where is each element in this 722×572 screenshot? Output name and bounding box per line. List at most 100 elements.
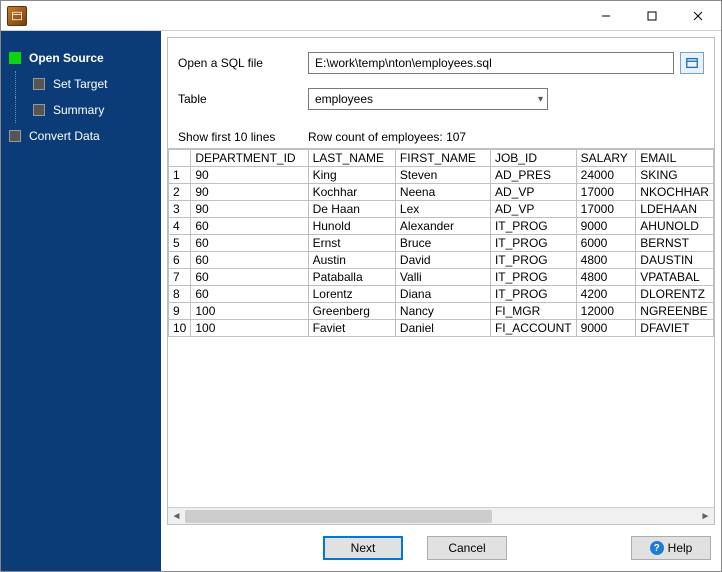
scroll-right-icon[interactable]: ►	[697, 508, 714, 525]
table-cell[interactable]: Neena	[395, 184, 490, 201]
next-button[interactable]: Next	[323, 536, 403, 560]
table-row[interactable]: 9100GreenbergNancyFI_MGR12000NGREENBE	[169, 303, 714, 320]
table-cell[interactable]: IT_PROG	[490, 252, 576, 269]
table-cell[interactable]: FI_ACCOUNT	[490, 320, 576, 337]
table-cell[interactable]: FI_MGR	[490, 303, 576, 320]
table-cell[interactable]: 24000	[576, 167, 636, 184]
table-cell[interactable]: 60	[191, 235, 308, 252]
table-cell[interactable]: De Haan	[308, 201, 395, 218]
table-cell[interactable]: SKING	[636, 167, 714, 184]
table-cell[interactable]: 4800	[576, 252, 636, 269]
table-cell[interactable]: DLORENTZ	[636, 286, 714, 303]
table-cell[interactable]: Diana	[395, 286, 490, 303]
table-cell[interactable]: Lorentz	[308, 286, 395, 303]
help-button[interactable]: ? Help	[631, 536, 711, 560]
row-number: 2	[169, 184, 191, 201]
table-cell[interactable]: Greenberg	[308, 303, 395, 320]
table-cell[interactable]: Ernst	[308, 235, 395, 252]
table-cell[interactable]: 60	[191, 252, 308, 269]
table-row[interactable]: 560ErnstBruceIT_PROG6000BERNST	[169, 235, 714, 252]
table-cell[interactable]: IT_PROG	[490, 218, 576, 235]
table-cell[interactable]: 100	[191, 303, 308, 320]
table-cell[interactable]: Daniel	[395, 320, 490, 337]
table-cell[interactable]: 60	[191, 286, 308, 303]
table-cell[interactable]: AD_PRES	[490, 167, 576, 184]
table-cell[interactable]: 100	[191, 320, 308, 337]
table-cell[interactable]: 4800	[576, 269, 636, 286]
table-label: Table	[178, 92, 308, 106]
table-row[interactable]: 290KochharNeenaAD_VP17000NKOCHHAR	[169, 184, 714, 201]
table-cell[interactable]: Lex	[395, 201, 490, 218]
maximize-button[interactable]	[629, 1, 675, 31]
scroll-left-icon[interactable]: ◄	[168, 508, 185, 525]
table-cell[interactable]: 4200	[576, 286, 636, 303]
table-cell[interactable]: 90	[191, 184, 308, 201]
table-row[interactable]: 390De HaanLexAD_VP17000LDEHAAN	[169, 201, 714, 218]
table-row[interactable]: 660AustinDavidIT_PROG4800DAUSTIN	[169, 252, 714, 269]
table-cell[interactable]: King	[308, 167, 395, 184]
table-cell[interactable]: IT_PROG	[490, 235, 576, 252]
table-cell[interactable]: Faviet	[308, 320, 395, 337]
table-cell[interactable]: David	[395, 252, 490, 269]
table-cell[interactable]: Alexander	[395, 218, 490, 235]
close-button[interactable]	[675, 1, 721, 31]
table-cell[interactable]: 17000	[576, 201, 636, 218]
sidebar-item-open-source[interactable]: Open Source	[1, 45, 161, 71]
table-cell[interactable]: Hunold	[308, 218, 395, 235]
sql-file-path-input[interactable]	[308, 52, 674, 74]
step-node-icon	[9, 130, 21, 142]
scroll-thumb[interactable]	[185, 510, 492, 523]
table-cell[interactable]: IT_PROG	[490, 286, 576, 303]
table-cell[interactable]: VPATABAL	[636, 269, 714, 286]
browse-file-button[interactable]	[680, 52, 704, 74]
column-header[interactable]: SALARY	[576, 150, 636, 167]
preview-table[interactable]: DEPARTMENT_ID LAST_NAME FIRST_NAME JOB_I…	[168, 149, 714, 337]
table-cell[interactable]: AD_VP	[490, 201, 576, 218]
table-cell[interactable]: 90	[191, 201, 308, 218]
minimize-button[interactable]	[583, 1, 629, 31]
table-cell[interactable]: DAUSTIN	[636, 252, 714, 269]
table-cell[interactable]: Austin	[308, 252, 395, 269]
table-cell[interactable]: 6000	[576, 235, 636, 252]
table-cell[interactable]: Bruce	[395, 235, 490, 252]
column-header[interactable]: DEPARTMENT_ID	[191, 150, 308, 167]
table-cell[interactable]: DFAVIET	[636, 320, 714, 337]
table-cell[interactable]: 9000	[576, 218, 636, 235]
table-cell[interactable]: IT_PROG	[490, 269, 576, 286]
table-cell[interactable]: AHUNOLD	[636, 218, 714, 235]
sidebar-item-set-target[interactable]: Set Target	[1, 71, 161, 97]
table-cell[interactable]: Pataballa	[308, 269, 395, 286]
table-row[interactable]: 760PataballaValliIT_PROG4800VPATABAL	[169, 269, 714, 286]
table-select[interactable]: employees ▾	[308, 88, 548, 110]
table-cell[interactable]: Steven	[395, 167, 490, 184]
table-cell[interactable]: AD_VP	[490, 184, 576, 201]
table-cell[interactable]: LDEHAAN	[636, 201, 714, 218]
column-header[interactable]: EMAIL	[636, 150, 714, 167]
cancel-button[interactable]: Cancel	[427, 536, 507, 560]
table-cell[interactable]: Valli	[395, 269, 490, 286]
table-cell[interactable]: NKOCHHAR	[636, 184, 714, 201]
sidebar-item-summary[interactable]: Summary	[1, 97, 161, 123]
table-cell[interactable]: Nancy	[395, 303, 490, 320]
table-cell[interactable]: 12000	[576, 303, 636, 320]
table-row[interactable]: 190KingStevenAD_PRES24000SKING	[169, 167, 714, 184]
app-window: Open Source Set Target Summary Convert D…	[0, 0, 722, 572]
sidebar-item-convert-data[interactable]: Convert Data	[1, 123, 161, 149]
row-number: 1	[169, 167, 191, 184]
table-cell[interactable]: Kochhar	[308, 184, 395, 201]
column-header[interactable]: FIRST_NAME	[395, 150, 490, 167]
table-cell[interactable]: 60	[191, 218, 308, 235]
column-header[interactable]: JOB_ID	[490, 150, 576, 167]
table-cell[interactable]: 90	[191, 167, 308, 184]
table-row[interactable]: 860LorentzDianaIT_PROG4200DLORENTZ	[169, 286, 714, 303]
table-cell[interactable]: 9000	[576, 320, 636, 337]
table-row[interactable]: 460HunoldAlexanderIT_PROG9000AHUNOLD	[169, 218, 714, 235]
horizontal-scrollbar[interactable]: ◄ ►	[168, 507, 714, 524]
table-cell[interactable]: 60	[191, 269, 308, 286]
table-cell[interactable]: BERNST	[636, 235, 714, 252]
column-header[interactable]: LAST_NAME	[308, 150, 395, 167]
row-number: 10	[169, 320, 191, 337]
table-cell[interactable]: NGREENBE	[636, 303, 714, 320]
table-cell[interactable]: 17000	[576, 184, 636, 201]
table-row[interactable]: 10100FavietDanielFI_ACCOUNT9000DFAVIET	[169, 320, 714, 337]
